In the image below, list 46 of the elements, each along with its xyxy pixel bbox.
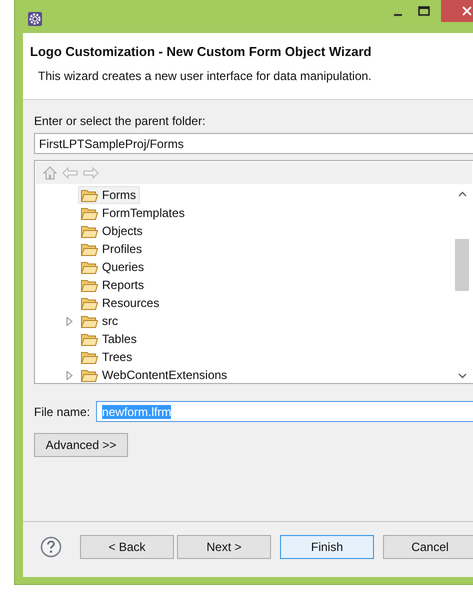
folder-tree-item[interactable]: WebContentExtensions — [78, 366, 232, 383]
wizard-description: This wizard creates a new user interface for data manipulation. — [38, 69, 372, 83]
parent-folder-label: Enter or select the parent folder: — [34, 114, 206, 128]
folder-tree-item[interactable]: src — [78, 312, 122, 330]
wizard-button[interactable]: Finish — [280, 534, 374, 558]
file-name-value: newform.lfrm — [102, 404, 172, 418]
home-icon[interactable] — [43, 166, 57, 180]
folder-icon — [81, 224, 98, 238]
folder-tree-item[interactable]: Queries — [78, 258, 148, 276]
folder-tree-item[interactable]: Objects — [78, 222, 147, 240]
expand-arrow-icon[interactable] — [66, 316, 73, 326]
maximize-icon — [418, 6, 430, 16]
wizard-title: Logo Customization - New Custom Form Object Wizard — [30, 44, 372, 59]
folder-tree-item[interactable]: Forms — [78, 186, 140, 204]
folder-icon — [81, 260, 98, 274]
minimize-icon — [394, 14, 402, 16]
folder-icon — [81, 314, 98, 328]
help-icon[interactable] — [40, 536, 62, 558]
wizard-button[interactable]: Cancel — [383, 534, 473, 558]
folder-tree-item[interactable]: Profiles — [78, 240, 146, 258]
advanced-button[interactable]: Advanced >> — [34, 433, 128, 457]
folder-tree-item[interactable]: Reports — [78, 276, 148, 294]
folder-icon — [81, 278, 98, 292]
folder-tree-item[interactable]: Tables — [78, 330, 141, 348]
folder-tree-item[interactable]: Trees — [78, 348, 136, 366]
gear-icon — [28, 12, 42, 26]
folder-tree-item[interactable]: FormTemplates — [78, 204, 189, 222]
folder-icon — [81, 332, 98, 346]
scroll-thumb[interactable] — [455, 239, 469, 291]
folder-icon — [81, 242, 98, 256]
folder-icon — [81, 206, 98, 220]
forward-arrow-icon[interactable] — [83, 167, 99, 179]
folder-icon — [81, 188, 98, 202]
folder-icon — [81, 368, 98, 382]
wizard-button[interactable]: < Back — [80, 534, 174, 558]
close-icon — [462, 6, 472, 16]
scroll-up-icon[interactable] — [458, 191, 466, 197]
file-name-label: File name: — [34, 404, 90, 418]
folder-icon — [81, 350, 98, 364]
parent-folder-field[interactable]: FirstLPTSampleProj/Forms — [34, 133, 473, 154]
folder-tree-item[interactable]: Resources — [78, 294, 164, 312]
back-arrow-icon[interactable] — [62, 167, 78, 179]
expand-arrow-icon[interactable] — [66, 370, 73, 380]
folder-icon — [81, 296, 98, 310]
wizard-button[interactable]: Next > — [177, 534, 271, 558]
scroll-down-icon[interactable] — [458, 373, 466, 379]
